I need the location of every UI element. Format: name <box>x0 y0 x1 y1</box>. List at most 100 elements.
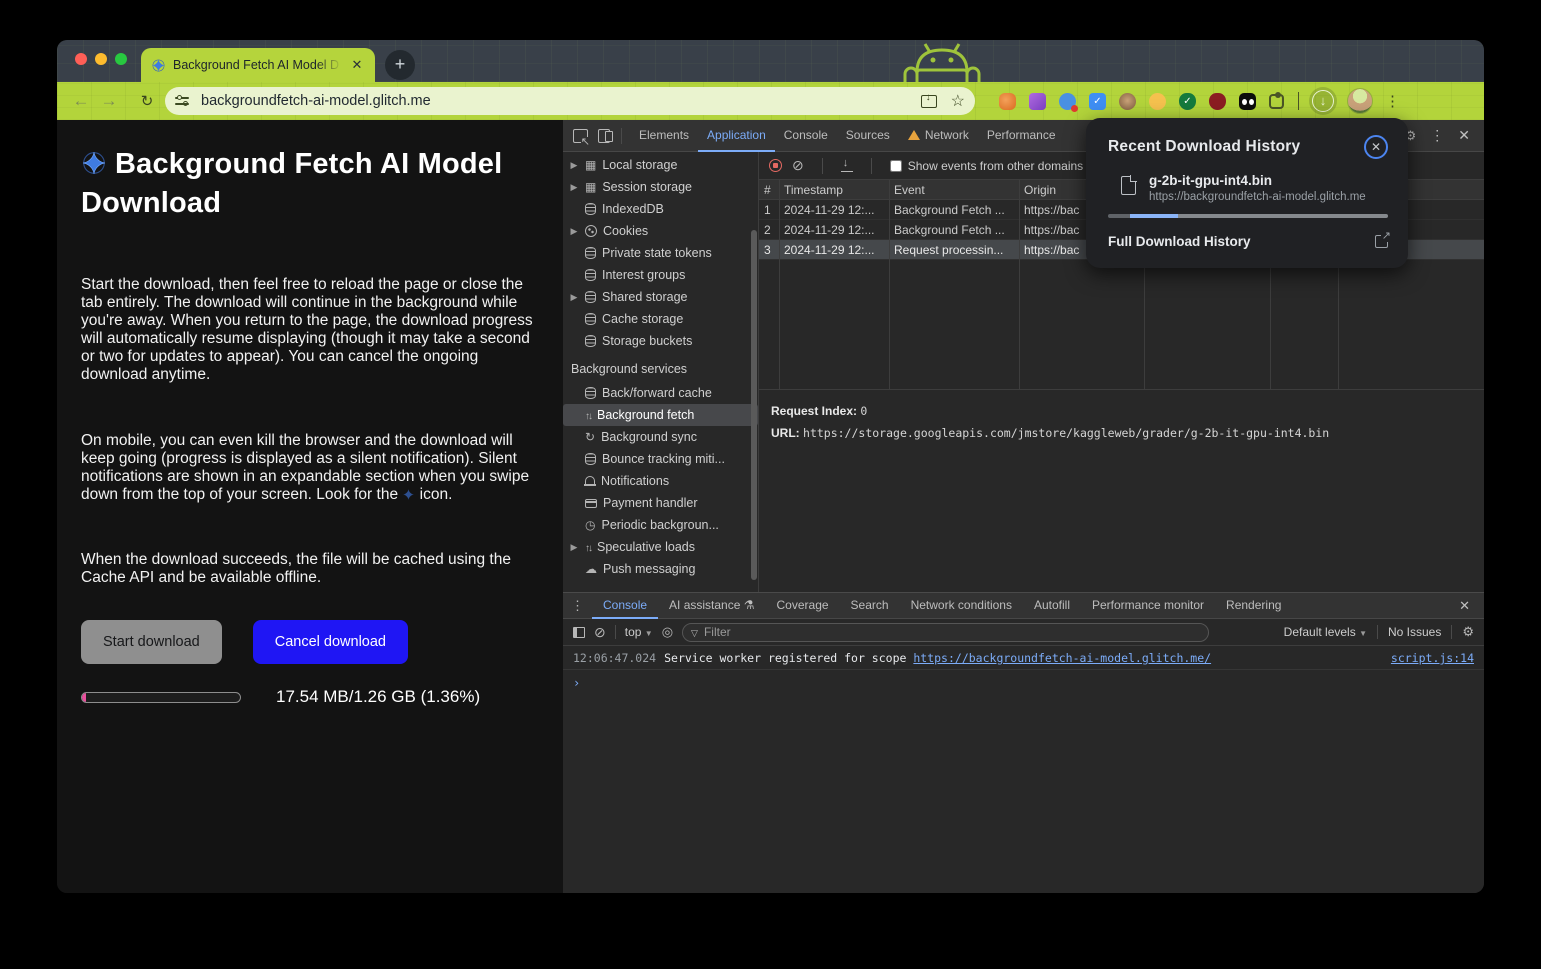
green-shield-extension-icon[interactable]: ✓ <box>1179 93 1196 110</box>
tab-title: Background Fetch AI Model D <box>173 58 342 72</box>
download-progress-fill <box>82 693 86 702</box>
drawer-tab-ai-assistance[interactable]: AI assistance ⚗ <box>658 593 765 619</box>
sidebar-item-session-storage[interactable]: ▶Session storage <box>563 176 758 198</box>
tab-elements[interactable]: Elements <box>630 120 698 152</box>
start-download-button[interactable]: Start download <box>81 620 222 664</box>
show-events-checkbox[interactable] <box>890 160 902 172</box>
red-shield-extension-icon[interactable] <box>1209 93 1226 110</box>
console-settings-gear-icon[interactable] <box>1462 624 1474 640</box>
console-scope-link[interactable]: https://backgroundfetch-ai-model.glitch.… <box>913 651 1211 665</box>
install-app-icon[interactable] <box>921 95 937 108</box>
bookmark-star-icon[interactable]: ☆ <box>951 91 965 111</box>
device-toolbar-icon[interactable] <box>598 129 613 142</box>
drawer-close-icon[interactable]: ✕ <box>1459 598 1484 614</box>
sidebar-item-local-storage[interactable]: ▶Local storage <box>563 154 758 176</box>
live-expression-eye-icon[interactable] <box>662 624 673 640</box>
record-icon[interactable] <box>769 159 782 172</box>
tab-strip: Background Fetch AI Model D ✕ + <box>57 40 1484 82</box>
close-window-button[interactable] <box>75 53 87 65</box>
popup-close-icon[interactable]: ✕ <box>1364 135 1388 159</box>
zoom-window-button[interactable] <box>115 53 127 65</box>
monkey-extension-icon[interactable] <box>1119 93 1136 110</box>
sidebar-item-cache-storage[interactable]: Cache storage <box>563 308 758 330</box>
console-toolbar: top ▼ Default levels ▼ No Issues <box>563 619 1484 646</box>
browser-menu-icon[interactable]: ⋮ <box>1385 92 1400 110</box>
sidebar-item-interest-groups[interactable]: Interest groups <box>563 264 758 286</box>
console-filter-input[interactable] <box>704 625 1200 639</box>
reload-icon[interactable]: ↻ <box>133 92 161 110</box>
tab-close-icon[interactable]: ✕ <box>349 57 365 73</box>
sidebar-item-cookies[interactable]: ▶Cookies <box>563 220 758 242</box>
sidebar-scrollbar[interactable] <box>751 230 757 580</box>
purple-extension-icon[interactable] <box>1029 93 1046 110</box>
sidebar-item-private-state-tokens[interactable]: Private state tokens <box>563 242 758 264</box>
tab-sources[interactable]: Sources <box>837 120 899 152</box>
tab-application[interactable]: Application <box>698 120 775 152</box>
external-link-icon[interactable] <box>1375 235 1388 248</box>
drawer-tab-rendering[interactable]: Rendering <box>1215 593 1292 619</box>
sidebar-item-bounce-tracking[interactable]: Bounce tracking miti... <box>563 448 758 470</box>
request-url-value: https://storage.googleapis.com/jmstore/k… <box>803 426 1329 440</box>
sidebar-item-storage-buckets[interactable]: Storage buckets <box>563 330 758 352</box>
glasses-extension-icon[interactable] <box>1239 93 1256 110</box>
tab-performance[interactable]: Performance <box>978 120 1065 152</box>
drawer-tab-console[interactable]: Console <box>592 593 658 619</box>
sidebar-item-speculative-loads[interactable]: ▶Speculative loads <box>563 536 758 558</box>
drawer-tab-coverage[interactable]: Coverage <box>766 593 840 619</box>
download-file-url: https://backgroundfetch-ai-model.glitch.… <box>1149 191 1366 203</box>
colorpicker-extension-icon[interactable] <box>1059 93 1076 110</box>
sidebar-item-background-sync[interactable]: Background sync <box>563 426 758 448</box>
console-prompt-chevron[interactable]: › <box>563 670 1484 696</box>
extensions-puzzle-icon[interactable] <box>1269 94 1284 109</box>
save-events-icon[interactable] <box>841 159 853 172</box>
show-events-checkbox-row[interactable]: Show events from other domains <box>890 159 1083 173</box>
sidebar-item-back-forward-cache[interactable]: Back/forward cache <box>563 382 758 404</box>
devtools-menu-icon[interactable]: ⋮ <box>1430 127 1444 144</box>
sidebar-item-push-messaging[interactable]: Push messaging <box>563 558 758 580</box>
drawer-tab-search[interactable]: Search <box>840 593 900 619</box>
tab-network[interactable]: Network <box>899 120 978 152</box>
full-download-history-link[interactable]: Full Download History <box>1108 234 1251 249</box>
sidebar-item-periodic-background-sync[interactable]: Periodic backgroun... <box>563 514 758 536</box>
browser-tab[interactable]: Background Fetch AI Model D ✕ <box>141 48 375 82</box>
new-tab-button[interactable]: + <box>385 50 415 80</box>
console-sidebar-icon[interactable] <box>573 627 585 638</box>
sidebar-item-shared-storage[interactable]: ▶Shared storage <box>563 286 758 308</box>
web-page: Background Fetch AI Model Download Start… <box>57 120 563 893</box>
url-text[interactable]: backgroundfetch-ai-model.glitch.me <box>201 93 911 109</box>
clear-console-icon[interactable] <box>594 624 606 641</box>
sidebar-item-background-fetch[interactable]: Background fetch <box>563 404 758 426</box>
download-item[interactable]: g-2b-it-gpu-int4.bin https://backgroundf… <box>1108 173 1388 203</box>
tab-console[interactable]: Console <box>775 120 837 152</box>
sidebar-item-notifications[interactable]: Notifications <box>563 470 758 492</box>
drawer-tab-network-conditions[interactable]: Network conditions <box>900 593 1023 619</box>
omnibox[interactable]: backgroundfetch-ai-model.glitch.me ☆ <box>165 87 975 115</box>
check-extension-icon[interactable]: ✓ <box>1089 93 1106 110</box>
profile-avatar[interactable] <box>1347 88 1373 114</box>
console-filter[interactable] <box>682 623 1209 642</box>
cancel-download-button[interactable]: Cancel download <box>253 620 408 664</box>
console-message-text: Service worker registered for scope <box>664 651 906 665</box>
console-source-link[interactable]: script.js:14 <box>1391 651 1474 665</box>
builder-extension-icon[interactable] <box>1149 93 1166 110</box>
back-icon[interactable]: ← <box>67 91 95 111</box>
devtools-close-icon[interactable]: ✕ <box>1458 127 1470 144</box>
popup-progress-bar <box>1108 214 1388 218</box>
sidebar-item-indexeddb[interactable]: IndexedDB <box>563 198 758 220</box>
drawer-tab-autofill[interactable]: Autofill <box>1023 593 1081 619</box>
site-settings-icon[interactable] <box>175 95 191 107</box>
drawer-menu-icon[interactable]: ⋮ <box>563 598 592 614</box>
clear-events-icon[interactable] <box>792 157 804 174</box>
minimize-window-button[interactable] <box>95 53 107 65</box>
issues-counter[interactable]: No Issues <box>1388 625 1441 639</box>
log-levels-selector[interactable]: Default levels ▼ <box>1284 625 1367 639</box>
context-selector[interactable]: top ▼ <box>625 625 653 639</box>
tab-favicon-sparkle-icon <box>151 58 166 73</box>
downloads-button[interactable]: ↓ <box>1309 87 1337 115</box>
forward-icon[interactable]: → <box>95 91 123 111</box>
drawer-tab-performance-monitor[interactable]: Performance monitor <box>1081 593 1215 619</box>
fox-extension-icon[interactable] <box>999 93 1016 110</box>
inspect-element-icon[interactable] <box>573 129 588 143</box>
download-history-popup: Recent Download History ✕ g-2b-it-gpu-in… <box>1086 118 1408 268</box>
sidebar-item-payment-handler[interactable]: Payment handler <box>563 492 758 514</box>
